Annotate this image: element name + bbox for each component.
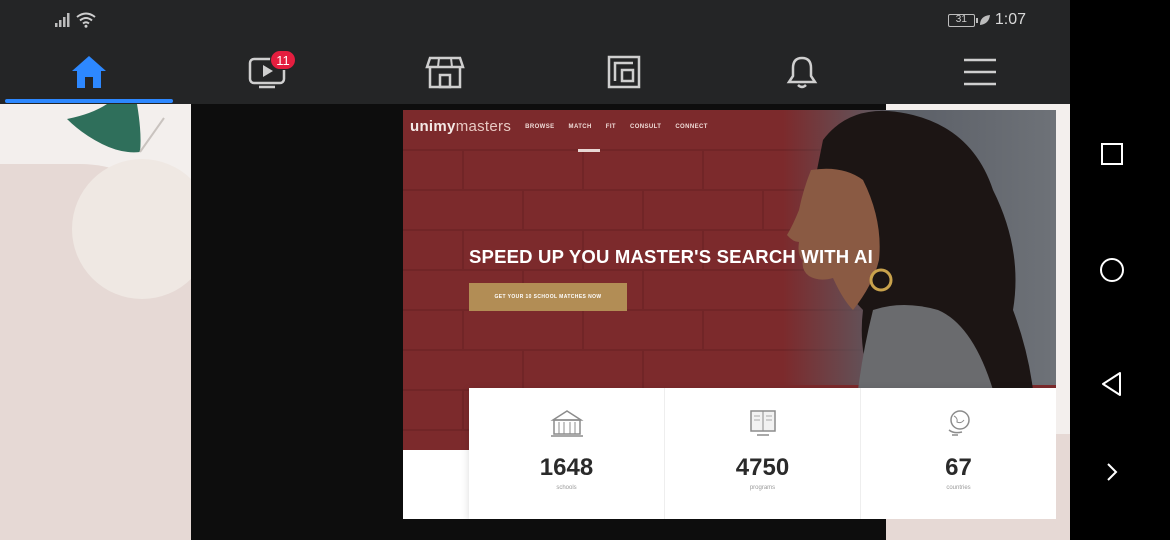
stat-label: programs (749, 485, 776, 491)
battery-icon: 31 (947, 13, 978, 27)
status-bar: 31 1:07 (0, 0, 1070, 42)
bell-icon (786, 56, 818, 89)
wifi-icon (76, 12, 96, 28)
cta-button[interactable]: GET YOUR 10 SCHOOL MATCHES NOW (469, 283, 627, 311)
plant-leaf-graphic (67, 104, 165, 153)
top-tab-bar (0, 42, 1070, 104)
open-book-icon (749, 410, 776, 436)
site-nav-browse[interactable]: BROWSE (525, 124, 554, 130)
menu-icon (964, 58, 996, 86)
stat-programs: 4750 programs (665, 388, 861, 519)
tab-gaming[interactable] (539, 42, 709, 102)
logo-light: masters (455, 118, 512, 135)
clock: 1:07 (994, 11, 1026, 28)
globe-icon (948, 410, 970, 436)
website-preview: unimymasters BROWSE MATCH FIT CONSULT CO… (403, 110, 1056, 519)
screen: 31 1:07 11 unimymasters BROWSE MATCH FIT… (0, 0, 1170, 540)
stats-card: 1648 schools 4750 programs 67 countries (469, 388, 1056, 519)
hero-headline: SPEED UP YOU MASTER'S SEARCH WITH AI (469, 246, 873, 267)
site-nav-match[interactable]: MATCH (569, 124, 592, 130)
site-navigation: unimymasters BROWSE MATCH FIT CONSULT CO… (410, 118, 708, 135)
store-icon (425, 56, 465, 89)
site-nav-connect[interactable]: CONNECT (675, 124, 707, 130)
logo-bold: unimy (410, 118, 456, 135)
video-player[interactable]: unimymasters BROWSE MATCH FIT CONSULT CO… (191, 104, 1056, 540)
tab-notifications[interactable] (717, 42, 887, 102)
square-recents-icon (1101, 143, 1123, 165)
stat-label: countries (946, 485, 971, 491)
back-button[interactable] (1084, 356, 1140, 412)
stat-value: 67 (945, 454, 972, 481)
site-nav-fit[interactable]: FIT (606, 124, 616, 130)
leaf-saver-icon (979, 15, 990, 25)
school-building-icon (549, 410, 584, 437)
tab-home[interactable] (4, 42, 174, 102)
stat-value: 1648 (539, 454, 594, 481)
signal-icon (55, 13, 70, 27)
expand-button[interactable] (1084, 444, 1140, 500)
gaming-icon (607, 55, 641, 89)
recents-button[interactable] (1084, 126, 1140, 182)
tab-marketplace[interactable] (360, 42, 530, 102)
stat-countries: 67 countries (861, 388, 1056, 519)
home-icon (72, 56, 106, 88)
site-nav-active-underline (578, 149, 600, 152)
tab-menu[interactable] (895, 42, 1065, 102)
site-logo[interactable]: unimymasters (410, 118, 511, 135)
status-right: 31 1:07 (947, 11, 1026, 29)
stat-label: schools (556, 485, 577, 491)
stat-value: 4750 (735, 454, 790, 481)
home-button[interactable] (1084, 242, 1140, 298)
site-nav-consult[interactable]: CONSULT (630, 124, 661, 130)
circle-home-icon (1100, 258, 1124, 282)
feed-content: unimymasters BROWSE MATCH FIT CONSULT CO… (0, 104, 1070, 540)
watch-badge: 11 (270, 50, 296, 70)
chevron-right-icon (1107, 463, 1118, 481)
stat-schools: 1648 schools (469, 388, 665, 519)
tab-watch[interactable] (182, 42, 352, 102)
active-tab-indicator (5, 99, 173, 103)
android-nav-bar (1070, 0, 1170, 540)
triangle-back-icon (1102, 372, 1121, 396)
